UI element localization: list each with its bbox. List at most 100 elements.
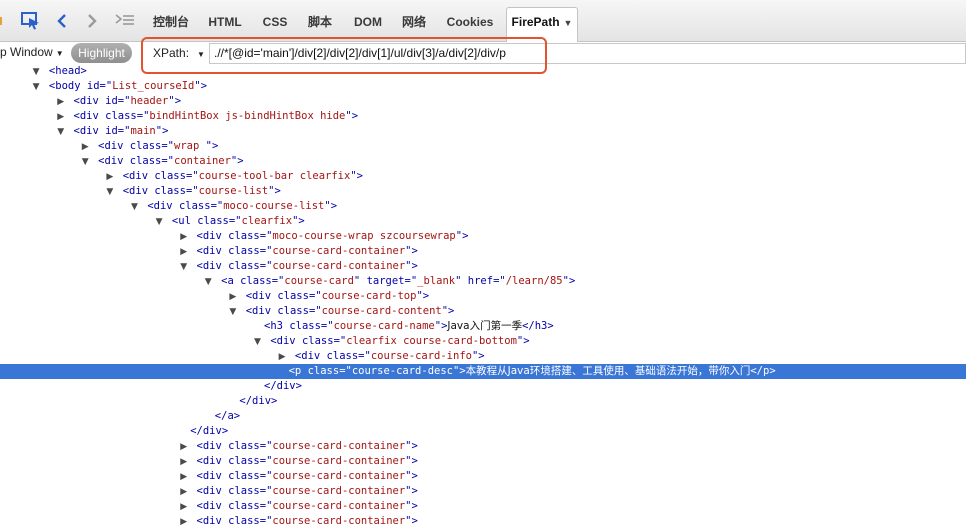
tree-node[interactable]: <p class="course-card-desc">本教程从Java环境搭建…	[0, 364, 966, 379]
tree-node[interactable]: ▶ <div class="course-tool-bar clearfix">	[0, 169, 966, 184]
expanded-triangle-icon[interactable]: ▼	[33, 80, 43, 95]
collapsed-triangle-icon[interactable]: ▶	[279, 350, 289, 365]
attr-value: course-card-desc	[351, 365, 453, 377]
attr-value: course-card	[284, 275, 354, 287]
tree-node-content: ▶ <div class="course-card-container">	[180, 514, 418, 530]
collapsed-triangle-icon[interactable]: ▶	[180, 455, 190, 470]
attr-equals: ="	[185, 185, 199, 197]
highlight-button[interactable]: Highlight	[71, 43, 132, 63]
expanded-triangle-icon[interactable]: ▼	[205, 275, 215, 290]
tab-cookies[interactable]: Cookies	[442, 11, 498, 33]
expanded-triangle-icon[interactable]: ▼	[33, 65, 43, 80]
tree-node[interactable]: ▶ <div class="course-card-container">	[0, 244, 966, 259]
inspect-icon[interactable]	[20, 11, 42, 31]
tree-node-content: ▶ <div class="course-card-info">	[279, 349, 485, 365]
expanded-triangle-icon[interactable]: ▼	[254, 335, 264, 350]
tree-node[interactable]: </a>	[0, 409, 966, 424]
expanded-triangle-icon[interactable]: ▼	[156, 215, 166, 230]
attr-name: target	[366, 275, 405, 287]
expanded-triangle-icon[interactable]: ▼	[82, 155, 92, 170]
attr-equals: ="	[308, 305, 322, 317]
tag-bracket: >	[769, 365, 776, 377]
tree-node[interactable]: ▼ <div class="course-card-content">	[0, 304, 966, 319]
tree-node[interactable]: ▶ <div id="header">	[0, 94, 966, 109]
attr-name: class	[228, 455, 260, 467]
tree-node[interactable]: ▼ <div class="clearfix course-card-botto…	[0, 334, 966, 349]
forward-icon[interactable]	[84, 11, 100, 31]
collapsed-triangle-icon[interactable]: ▶	[180, 470, 190, 485]
tag-close-open: </	[214, 410, 228, 422]
tree-node-content: ▼ <ul class="clearfix">	[156, 214, 305, 230]
tag-bracket: >	[411, 245, 418, 257]
expanded-triangle-icon[interactable]: ▼	[106, 185, 116, 200]
attr-value: course-card-container	[272, 485, 406, 497]
tag-name: div	[202, 425, 222, 437]
tree-node[interactable]: ▶ <div class="bindHintBox js-bindHintBox…	[0, 109, 966, 124]
tree-node[interactable]: ▼ <ul class="clearfix">	[0, 214, 966, 229]
tag-bracket: >	[568, 275, 576, 287]
tab-console[interactable]: 控制台	[148, 11, 194, 33]
tree-node[interactable]: </div>	[0, 379, 966, 394]
tab-network[interactable]: 网络	[398, 11, 430, 33]
expanded-triangle-icon[interactable]: ▼	[180, 260, 190, 275]
tree-node[interactable]: ▶ <div class="course-card-container">	[0, 499, 966, 514]
tree-node[interactable]: ▶ <div class="moco-course-wrap szcoursew…	[0, 229, 966, 244]
tree-node[interactable]: ▶ <div class="course-card-container">	[0, 484, 966, 499]
attr-name: id	[86, 80, 100, 92]
attr-name: class	[228, 470, 260, 482]
tree-node[interactable]: ▶ <div class="course-card-container">	[0, 469, 966, 484]
tree-node[interactable]: </div>	[0, 394, 966, 409]
tree-node[interactable]: </div>	[0, 424, 966, 439]
collapsed-triangle-icon[interactable]: ▶	[106, 170, 116, 185]
collapsed-triangle-icon[interactable]: ▶	[82, 140, 92, 155]
expanded-triangle-icon[interactable]: ▼	[229, 305, 239, 320]
tree-node[interactable]: ▶ <div class="course-card-top">	[0, 289, 966, 304]
expanded-triangle-icon[interactable]: ▼	[57, 125, 67, 140]
attr-name: class	[129, 140, 162, 152]
tree-node[interactable]: ▼ <div class="course-card-container">	[0, 259, 966, 274]
tab-dom[interactable]: DOM	[350, 11, 386, 33]
collapsed-triangle-icon[interactable]: ▶	[180, 230, 190, 245]
tree-node[interactable]: <h3 class="course-card-name">Java入门第一季</…	[0, 319, 966, 334]
attr-value: header	[130, 95, 169, 107]
collapsed-triangle-icon[interactable]: ▶	[180, 485, 190, 500]
collapsed-triangle-icon[interactable]: ▶	[180, 245, 190, 260]
tree-node[interactable]: ▶ <div class="wrap ">	[0, 139, 966, 154]
tree-node[interactable]: ▼ <a class="course-card" target="_blank"…	[0, 274, 966, 289]
tag-name: ul	[178, 215, 191, 227]
collapsed-triangle-icon[interactable]: ▶	[57, 110, 67, 125]
tag-bracket: >	[274, 185, 281, 197]
tag-bracket: >	[462, 230, 469, 242]
tree-node[interactable]: ▶ <div class="course-card-container">	[0, 439, 966, 454]
collapsed-triangle-icon[interactable]: ▶	[57, 95, 67, 110]
attr-quote: "	[353, 275, 361, 287]
tree-node[interactable]: ▼ <div class="course-list">	[0, 184, 966, 199]
tree-node[interactable]: ▶ <div class="course-card-info">	[0, 349, 966, 364]
bug-icon[interactable]	[0, 11, 6, 31]
tab-html[interactable]: HTML	[204, 11, 246, 33]
collapsed-triangle-icon[interactable]: ▶	[229, 290, 239, 305]
attr-equals: ="	[259, 470, 273, 482]
tab-script[interactable]: 脚本	[304, 11, 336, 33]
tree-node[interactable]: ▼ <div id="main">	[0, 124, 966, 139]
back-icon[interactable]	[54, 11, 70, 31]
tag-bracket: >	[211, 140, 219, 152]
command-line-icon[interactable]	[114, 11, 136, 31]
collapsed-triangle-icon[interactable]: ▶	[180, 515, 190, 530]
tree-node[interactable]: ▼ <head>	[0, 64, 966, 79]
tree-node[interactable]: ▶ <div class="course-card-container">	[0, 454, 966, 469]
collapsed-triangle-icon[interactable]: ▶	[180, 440, 190, 455]
attr-value: course-card-container	[272, 470, 406, 482]
collapsed-triangle-icon[interactable]: ▶	[180, 500, 190, 515]
tag-bracket: >	[233, 410, 241, 422]
expanded-triangle-icon[interactable]: ▼	[131, 200, 141, 215]
tab-css[interactable]: CSS	[258, 11, 292, 33]
tag-bracket: >	[298, 215, 305, 227]
chevron-down-icon: ▼	[563, 18, 573, 28]
tree-node[interactable]: ▼ <div class="moco-course-list">	[0, 199, 966, 214]
top-window-select[interactable]: p Window ▼	[0, 45, 64, 59]
tree-node[interactable]: ▼ <div class="container">	[0, 154, 966, 169]
tree-node[interactable]: ▶ <div class="course-card-container">	[0, 514, 966, 529]
tree-node[interactable]: ▼ <body id="List_courseId">	[0, 79, 966, 94]
attr-equals: ="	[308, 290, 322, 302]
